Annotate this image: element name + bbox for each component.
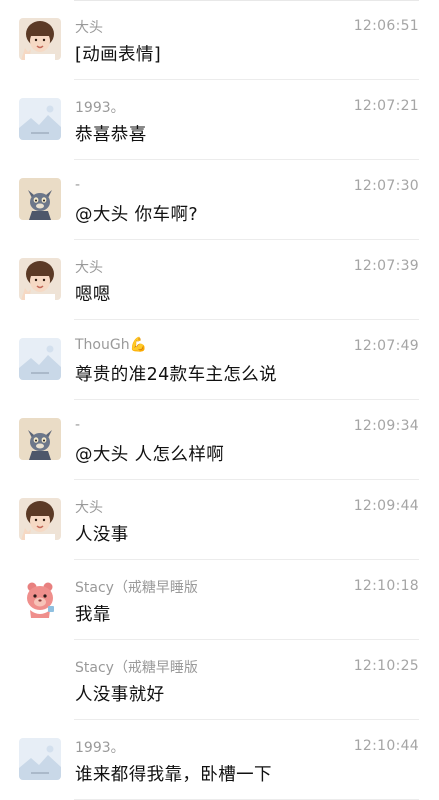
message-time: 12:09:34 (353, 418, 419, 434)
placeholder-landscape-avatar[interactable] (19, 738, 61, 780)
message-time: 12:09:44 (353, 498, 419, 514)
girl-photo-avatar[interactable] (19, 498, 61, 540)
message-row[interactable]: - 12:09:34 @大头 人怎么样啊 (0, 400, 439, 480)
message-time: 12:10:18 (353, 578, 419, 594)
message-text: 谁来都得我靠，卧槽一下 (75, 765, 272, 785)
cat-avatar[interactable] (19, 418, 61, 460)
placeholder-landscape-avatar[interactable] (19, 338, 61, 380)
message-row[interactable]: 大头 12:07:39 嗯嗯 (0, 240, 439, 320)
message-text: [动画表情] (75, 45, 162, 65)
message-text: @大头 人怎么样啊 (75, 445, 225, 465)
cat-avatar[interactable] (19, 178, 61, 220)
message-text: 尊贵的准24款车主怎么说 (75, 365, 278, 385)
message-text: 嗯嗯 (75, 285, 111, 305)
message-row[interactable]: Stacy（戒糖早睡版 12:10:18 我靠 (0, 560, 439, 640)
message-time: 12:07:30 (353, 178, 419, 194)
message-row[interactable]: 大头 12:06:51 [动画表情] (0, 0, 439, 80)
sender-name: - (75, 417, 81, 433)
message-row[interactable]: 1993。 12:10:44 谁来都得我靠，卧槽一下 (0, 720, 439, 800)
pink-bear-avatar[interactable] (19, 578, 61, 620)
message-row[interactable]: Stacy（戒糖早睡版 12:10:25 人没事就好 (0, 640, 439, 720)
girl-photo-avatar[interactable] (19, 18, 61, 60)
sender-name: Stacy（戒糖早睡版 (75, 660, 198, 676)
sender-name: - (75, 177, 81, 193)
placeholder-landscape-avatar[interactable] (19, 98, 61, 140)
sender-name: 1993。 (75, 740, 125, 756)
message-text: @大头 你车啊? (75, 205, 199, 225)
sender-name: ThouGh💪 (75, 337, 148, 353)
message-text: 人没事就好 (75, 685, 165, 705)
message-row[interactable]: - 12:07:30 @大头 你车啊? (0, 160, 439, 240)
message-text: 恭喜恭喜 (75, 125, 147, 145)
message-time: 12:07:39 (353, 258, 419, 274)
girl-photo-avatar[interactable] (19, 258, 61, 300)
message-row[interactable]: 1993。 12:07:21 恭喜恭喜 (0, 80, 439, 160)
sender-name: 1993。 (75, 100, 125, 116)
sender-name: 大头 (75, 260, 103, 276)
message-time: 12:07:49 (353, 338, 419, 354)
sender-name: Stacy（戒糖早睡版 (75, 580, 198, 596)
message-time: 12:07:21 (353, 98, 419, 114)
message-text: 人没事 (75, 525, 129, 545)
message-row[interactable]: 大头 12:09:44 人没事 (0, 480, 439, 560)
message-text: 我靠 (75, 605, 111, 625)
sender-name: 大头 (75, 500, 103, 516)
message-time: 12:06:51 (353, 18, 419, 34)
message-time: 12:10:44 (353, 738, 419, 754)
message-row[interactable]: ThouGh💪 12:07:49 尊贵的准24款车主怎么说 (0, 320, 439, 400)
sender-name: 大头 (75, 20, 103, 36)
message-time: 12:10:25 (353, 658, 419, 674)
